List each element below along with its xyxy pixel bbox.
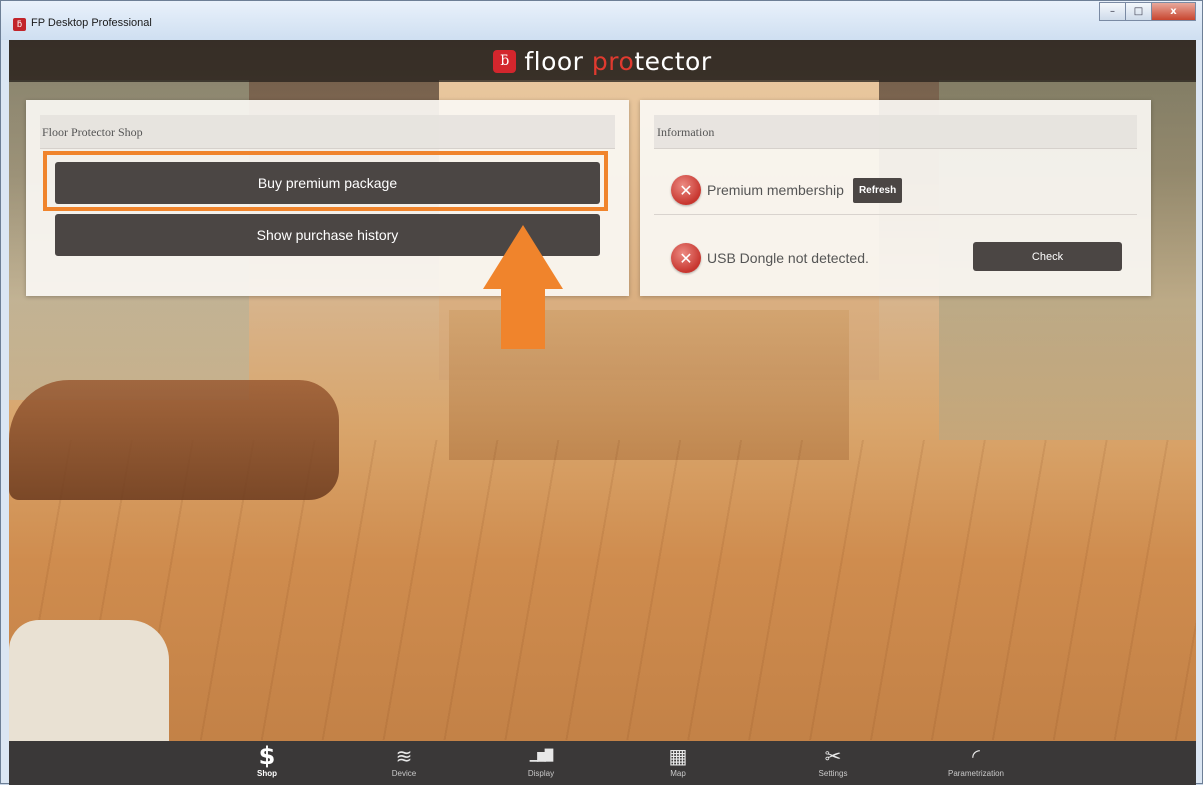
information-panel-title: Information [657,125,715,139]
nav-item-label: Device [391,769,417,778]
window-title: FP Desktop Professional [31,17,152,29]
app-logo: ƃ floor protector [493,47,711,76]
bottom-nav: $ Shop ≋ Device ▁▆█ Display ▦ Map ✂ Sett… [9,741,1196,785]
tools-icon: ✂ [824,744,842,768]
logo-text-end: tector [634,46,712,76]
background-chair [9,380,339,500]
nav-item-label: Shop [257,769,277,778]
app-window: ƃ FP Desktop Professional – □ x ƃ floor … [0,0,1203,785]
arrow-shaft [501,287,545,349]
nav-item-shop[interactable]: $ Shop [217,741,317,785]
layers-icon: ≋ [395,744,413,768]
bar-chart-icon: ▁▆█ [529,749,553,762]
shop-panel-header: Floor Protector Shop [40,115,615,149]
information-panel-header: Information [654,115,1137,149]
premium-status-row: ✕ Premium membership Refresh [671,172,903,208]
info-divider [654,214,1137,215]
usb-dongle-label: USB Dongle not detected. [707,250,869,266]
logo-text-main: floor [524,46,592,76]
arrow-head [483,225,563,289]
nav-item-device[interactable]: ≋ Device [354,741,454,785]
logo-text-accent: pro [591,46,635,76]
nav-item-parametrization[interactable]: ◜ Parametrization [926,741,1026,785]
dollar-icon: $ [258,742,276,770]
maximize-button[interactable]: □ [1125,2,1152,21]
header-band: ƃ floor protector [9,40,1196,82]
nav-item-settings[interactable]: ✂ Settings [783,741,883,785]
nav-item-label: Map [670,769,686,778]
logo-mark-icon: ƃ [493,49,517,73]
shop-panel-title: Floor Protector Shop [42,125,143,139]
nav-item-map[interactable]: ▦ Map [628,741,728,785]
gauge-icon: ◜ [972,744,980,768]
nav-item-display[interactable]: ▁▆█ Display [491,741,591,785]
app-icon: ƃ [13,18,26,31]
nav-item-label: Settings [818,769,848,778]
nav-item-label: Display [527,769,555,778]
logo-text: floor protector [524,47,711,76]
error-icon: ✕ [671,243,701,273]
minimize-button[interactable]: – [1099,2,1126,21]
information-panel: Information ✕ Premium membership Refresh… [640,100,1151,296]
premium-membership-label: Premium membership [707,182,844,198]
window-controls: – □ x [1099,2,1196,21]
check-button[interactable]: Check [973,242,1122,271]
buy-premium-button[interactable]: Buy premium package [55,162,600,204]
error-icon: ✕ [671,175,701,205]
refresh-button[interactable]: Refresh [852,177,903,203]
close-button[interactable]: x [1151,2,1196,21]
nav-item-label: Parametrization [947,769,1005,778]
map-icon: ▦ [668,744,688,768]
main-content: ƃ floor protector Floor Protector Shop B… [9,40,1196,785]
title-bar: ƃ FP Desktop Professional – □ x [1,1,1202,40]
up-arrow-annotation-icon [483,225,563,355]
usb-status-row: ✕ USB Dongle not detected. [671,240,869,276]
